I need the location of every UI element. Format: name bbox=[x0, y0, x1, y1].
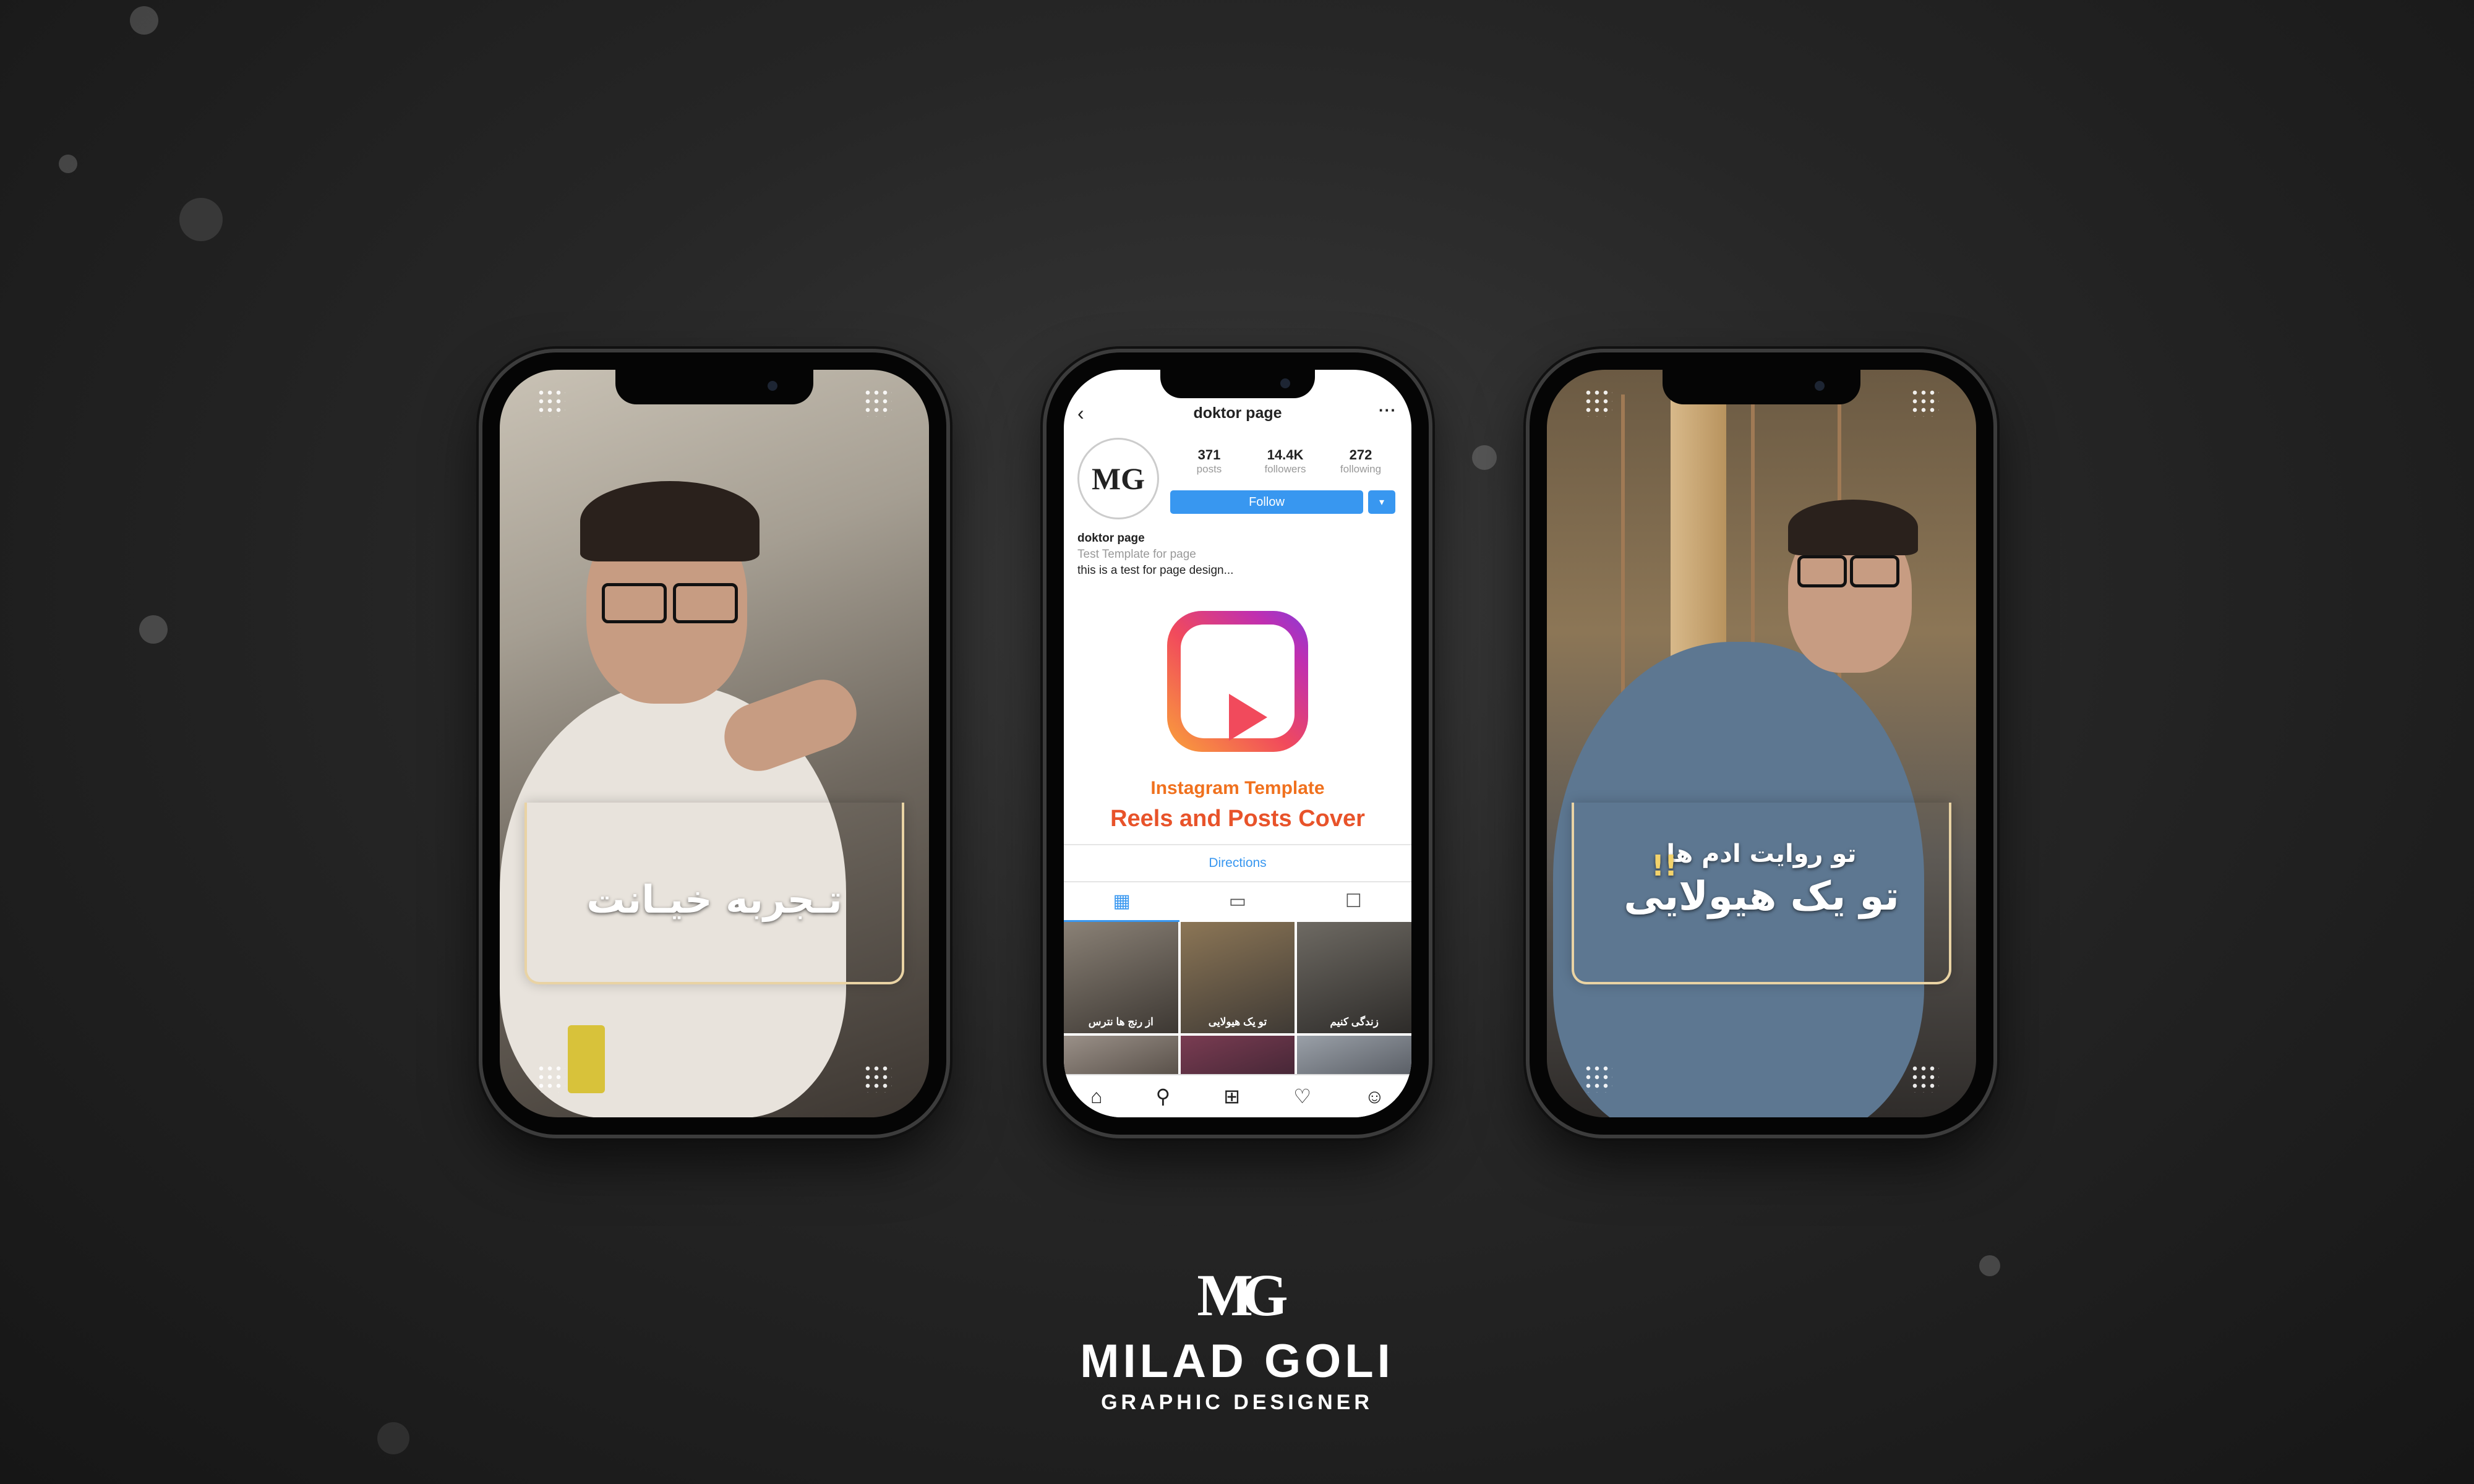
brand-monogram: MG bbox=[1197, 1262, 1288, 1328]
phone-left: تـجربه خیـانت bbox=[482, 352, 946, 1135]
corner-dots bbox=[1911, 388, 1939, 417]
microphone-box bbox=[568, 1025, 605, 1093]
posts-grid: از رنج ها نترس تو یک هیولایی زندگی کنیم bbox=[1064, 922, 1411, 1094]
igtv-icon[interactable]: ▭ bbox=[1179, 882, 1295, 920]
promo-line-1: Instagram Template bbox=[1150, 778, 1325, 798]
directions-button[interactable]: Directions bbox=[1064, 844, 1411, 882]
corner-dots bbox=[863, 1064, 892, 1093]
background-speck bbox=[1472, 445, 1497, 470]
stat-value: 272 bbox=[1349, 447, 1372, 463]
glasses bbox=[673, 583, 738, 623]
stat-followers[interactable]: 14.4K followers bbox=[1248, 447, 1322, 475]
brand-subtitle: GRAPHIC DESIGNER bbox=[1101, 1391, 1373, 1414]
profile-tabs: ▦ ▭ ☐ bbox=[1064, 882, 1411, 922]
bio-category: Test Template for page bbox=[1077, 548, 1196, 561]
corner-dots bbox=[863, 388, 892, 417]
corner-dots bbox=[1584, 388, 1612, 417]
tagged-icon[interactable]: ☐ bbox=[1296, 882, 1411, 920]
more-icon[interactable]: ··· bbox=[1379, 401, 1397, 420]
story-caption: تـجربه خیـانت bbox=[586, 877, 842, 922]
post-thumbnail[interactable]: از رنج ها نترس bbox=[1064, 922, 1178, 1033]
corner-dots bbox=[537, 388, 565, 417]
background-speck bbox=[130, 6, 158, 35]
avatar[interactable]: MG bbox=[1077, 438, 1159, 519]
story-screen-right: تو روایت ادم ها تو یک هیولایی !! bbox=[1547, 370, 1976, 1117]
play-icon bbox=[1229, 694, 1267, 741]
glasses bbox=[602, 583, 667, 623]
stat-following[interactable]: 272 following bbox=[1324, 447, 1398, 475]
stat-value: 371 bbox=[1197, 447, 1221, 463]
glasses bbox=[1850, 555, 1899, 587]
corner-dots bbox=[1584, 1064, 1612, 1093]
phone-middle: ‹ doktor page ··· MG 371 posts 14.4K fol… bbox=[1047, 352, 1429, 1135]
post-thumbnail[interactable]: تو یک هیولایی bbox=[1180, 922, 1295, 1033]
reels-logo-inner bbox=[1181, 625, 1295, 741]
exclamation-mark: !! bbox=[1651, 849, 1677, 882]
bio-name: doktor page bbox=[1077, 532, 1145, 545]
stat-label: posts bbox=[1196, 463, 1222, 475]
stat-label: following bbox=[1340, 463, 1382, 475]
profile-username: doktor page bbox=[1193, 404, 1282, 422]
bottom-navbar: ⌂ ⚲ ⊞ ♡ ☺ bbox=[1064, 1074, 1411, 1117]
designer-brand: MG MILAD GOLI GRAPHIC DESIGNER bbox=[1051, 1261, 1423, 1415]
search-icon[interactable]: ⚲ bbox=[1156, 1085, 1170, 1108]
corner-dots bbox=[537, 1064, 565, 1093]
post-caption: از رنج ها نترس bbox=[1088, 1016, 1154, 1028]
follow-button[interactable]: Follow bbox=[1170, 490, 1363, 514]
profile-header: ‹ doktor page ··· bbox=[1064, 401, 1411, 425]
post-caption: زندگی کنیم bbox=[1330, 1016, 1379, 1028]
glasses bbox=[1797, 555, 1847, 587]
post-caption: تو یک هیولایی bbox=[1208, 1016, 1267, 1028]
home-icon[interactable]: ⌂ bbox=[1090, 1085, 1102, 1108]
promo-line-2: Reels and Posts Cover bbox=[1110, 806, 1365, 832]
background-speck bbox=[139, 615, 168, 644]
bio-text: this is a test for page design... bbox=[1077, 564, 1234, 577]
phone-notch bbox=[1160, 370, 1315, 398]
stat-posts[interactable]: 371 posts bbox=[1172, 447, 1246, 475]
story-caption-big: تو یک هیولایی bbox=[1624, 874, 1899, 919]
profile-icon[interactable]: ☺ bbox=[1364, 1085, 1385, 1108]
instagram-profile-screen: ‹ doktor page ··· MG 371 posts 14.4K fol… bbox=[1064, 370, 1411, 1117]
corner-dots bbox=[1911, 1064, 1939, 1093]
person-hair bbox=[580, 481, 760, 561]
story-screen-left: تـجربه خیـانت bbox=[500, 370, 929, 1117]
grid-icon[interactable]: ▦ bbox=[1064, 882, 1180, 922]
person-hair bbox=[1788, 500, 1918, 555]
post-thumbnail[interactable]: زندگی کنیم bbox=[1297, 922, 1411, 1033]
phone-notch bbox=[615, 370, 813, 404]
background-speck bbox=[59, 155, 77, 173]
stat-value: 14.4K bbox=[1267, 447, 1304, 463]
follow-dropdown-button[interactable]: ▾ bbox=[1368, 490, 1395, 514]
background-speck bbox=[377, 1422, 409, 1454]
phone-notch bbox=[1663, 370, 1860, 404]
phone-right: تو روایت ادم ها تو یک هیولایی !! bbox=[1530, 352, 1993, 1135]
heart-icon[interactable]: ♡ bbox=[1293, 1085, 1311, 1108]
add-icon[interactable]: ⊞ bbox=[1223, 1085, 1240, 1108]
stat-label: followers bbox=[1264, 463, 1306, 475]
background-speck bbox=[1979, 1255, 2000, 1276]
background-speck bbox=[179, 198, 223, 241]
reels-logo-icon bbox=[1167, 611, 1308, 752]
brand-name: MILAD GOLI bbox=[1080, 1335, 1394, 1388]
story-caption-small: تو روایت ادم ها bbox=[1666, 840, 1857, 868]
